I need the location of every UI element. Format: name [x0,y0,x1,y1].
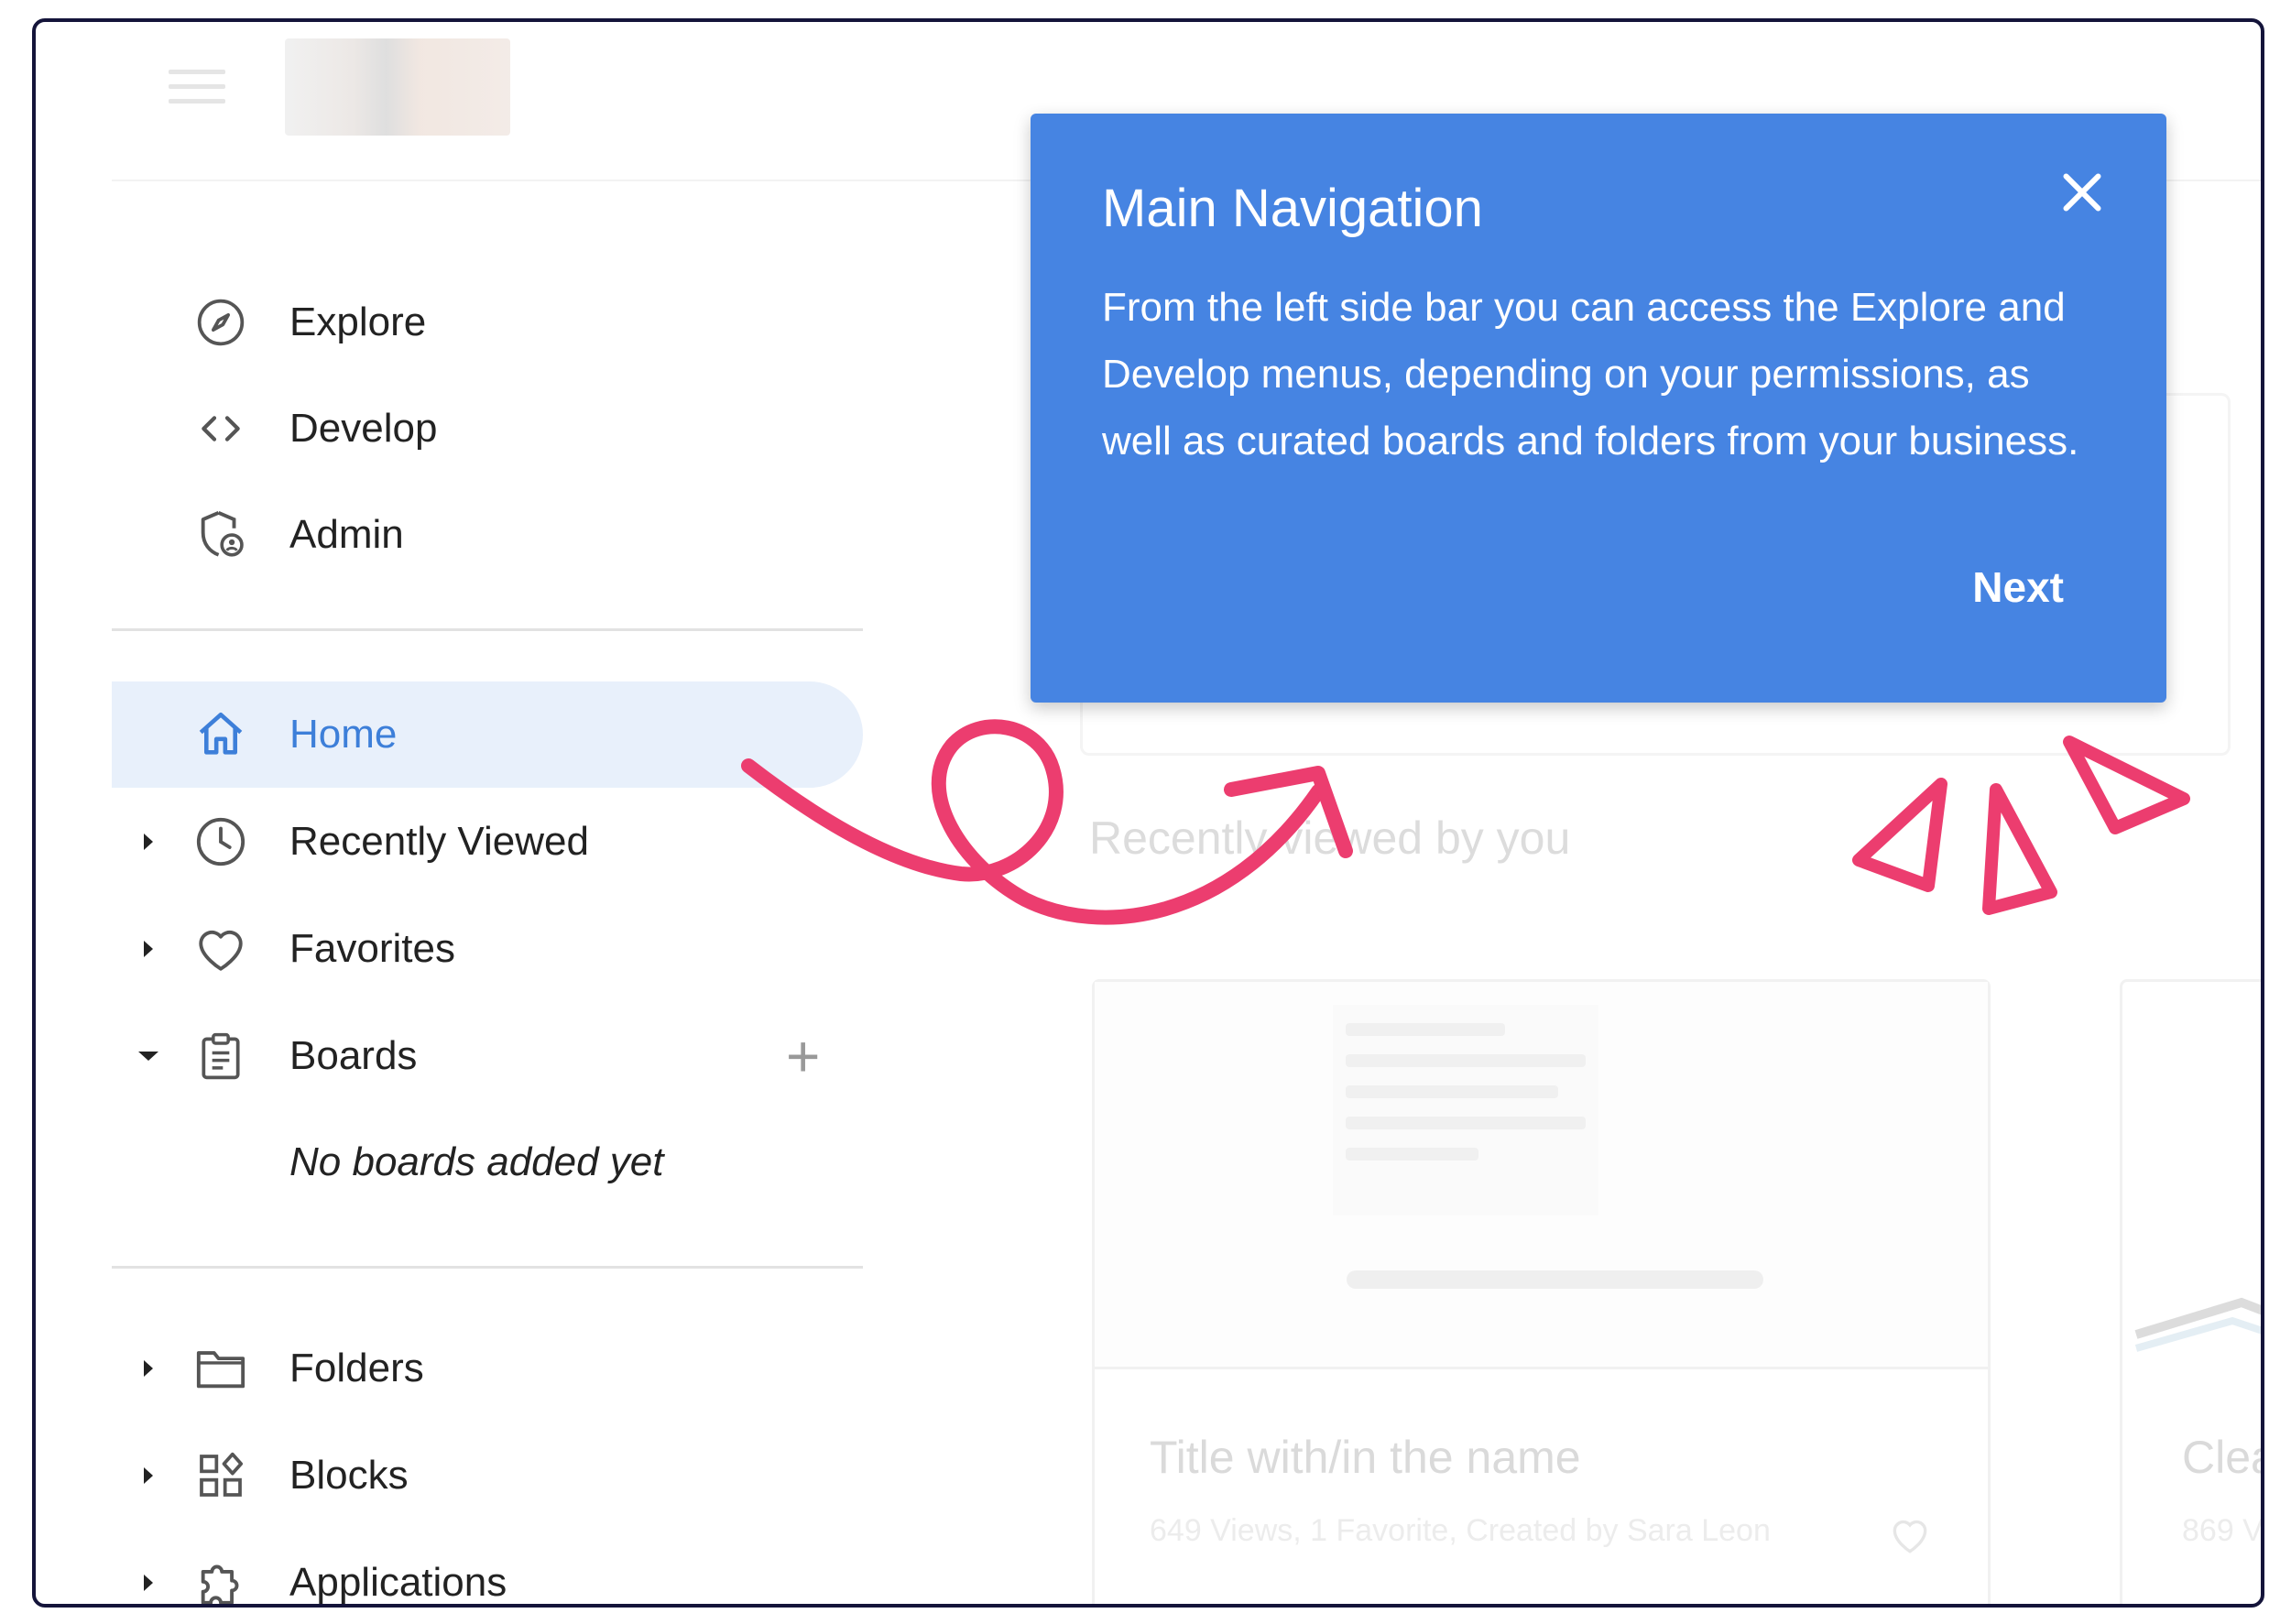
app-window: Recently viewed by you Title with/in the… [32,18,2264,1608]
annotation-sparkle [1852,736,2190,915]
annotation-overlay [741,719,2190,925]
annotation-arrow [741,719,1353,925]
